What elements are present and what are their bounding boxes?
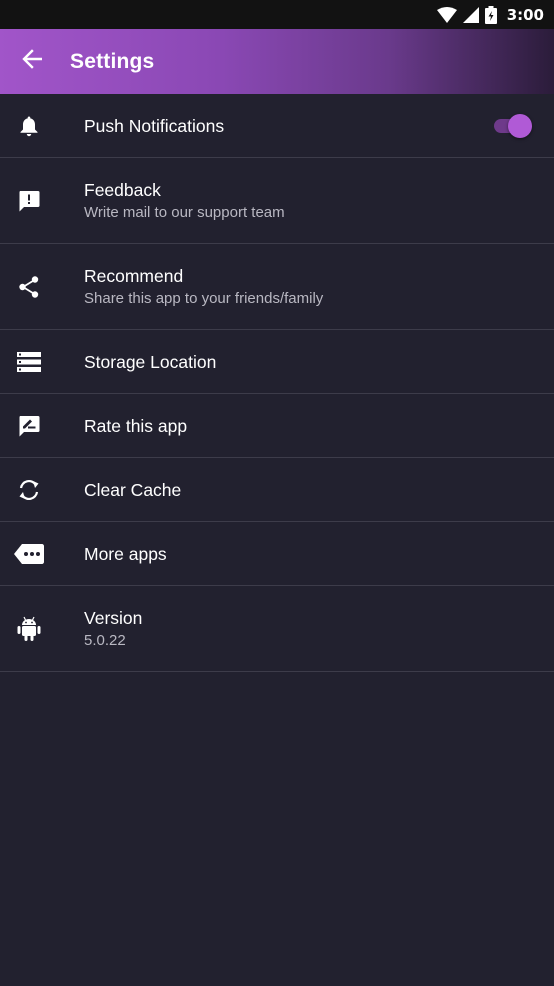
more-apps-icon	[14, 539, 44, 569]
setting-push-notifications[interactable]: Push Notifications	[0, 94, 554, 158]
storage-location-title: Storage Location	[84, 351, 217, 372]
setting-feedback[interactable]: Feedback Write mail to our support team	[0, 158, 554, 244]
feedback-subtitle: Write mail to our support team	[84, 203, 285, 221]
clear-cache-title: Clear Cache	[84, 479, 182, 500]
app-bar: Settings	[0, 29, 554, 94]
push-notifications-title: Push Notifications	[84, 115, 225, 136]
status-time: 3:00	[506, 5, 544, 24]
bell-icon	[14, 111, 44, 141]
push-notifications-toggle[interactable]	[492, 114, 534, 138]
recommend-title: Recommend	[84, 265, 184, 286]
feedback-text: Feedback Write mail to our support team	[84, 179, 285, 223]
status-bar: 3:00	[0, 0, 554, 29]
more-apps-text: More apps	[84, 543, 167, 565]
storage-location-text: Storage Location	[84, 351, 216, 373]
storage-icon	[14, 347, 44, 377]
setting-recommend[interactable]: Recommend Share this app to your friends…	[0, 244, 554, 330]
setting-clear-cache[interactable]: Clear Cache	[0, 458, 554, 522]
setting-rate-app[interactable]: Rate this app	[0, 394, 554, 458]
version-text: Version 5.0.22	[84, 607, 142, 651]
setting-version: Version 5.0.22	[0, 586, 554, 672]
recommend-text: Recommend Share this app to your friends…	[84, 265, 323, 309]
page-title: Settings	[70, 49, 155, 73]
back-button[interactable]	[0, 29, 64, 94]
recommend-subtitle: Share this app to your friends/family	[84, 289, 324, 307]
wifi-icon	[436, 6, 457, 23]
feedback-icon	[14, 186, 44, 216]
arrow-back-icon	[22, 49, 43, 74]
rate-review-icon	[14, 411, 44, 441]
clear-cache-text: Clear Cache	[84, 479, 181, 501]
android-icon	[14, 614, 44, 644]
version-number: 5.0.22	[84, 631, 126, 649]
version-title: Version	[84, 607, 143, 628]
signal-icon	[462, 6, 479, 23]
feedback-title: Feedback	[84, 179, 161, 200]
push-notifications-text: Push Notifications	[84, 115, 224, 137]
battery-icon	[484, 5, 497, 24]
setting-more-apps[interactable]: More apps	[0, 522, 554, 586]
more-apps-title: More apps	[84, 543, 167, 564]
share-icon	[14, 272, 44, 302]
setting-storage-location[interactable]: Storage Location	[0, 330, 554, 394]
sync-icon	[14, 475, 44, 505]
rate-app-title: Rate this app	[84, 415, 188, 436]
rate-app-text: Rate this app	[84, 415, 187, 437]
settings-list: Push Notifications Feedback Write mail t…	[0, 94, 554, 672]
toggle-thumb	[508, 114, 532, 138]
